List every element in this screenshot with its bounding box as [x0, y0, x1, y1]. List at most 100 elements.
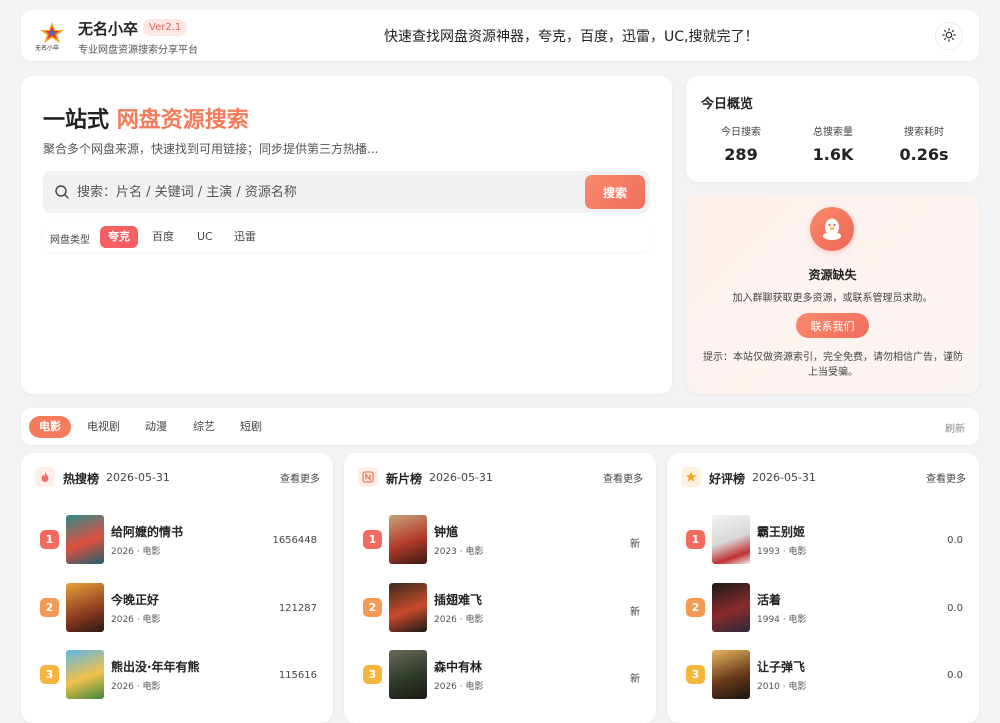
overview-title: 今日概览 [701, 97, 754, 112]
search-panel: 一站式 网盘资源搜索 聚合多个网盘来源，快速找到可用链接；同步提供第三方热播..… [21, 76, 672, 394]
movie-year: 1993 [757, 547, 780, 557]
movie-title[interactable]: 插翅难飞 [434, 591, 482, 608]
hero-title-accent: 网盘资源搜索 [116, 108, 249, 133]
rank-number: 3 [363, 665, 382, 684]
stat-label: 搜索耗时 [904, 127, 944, 138]
tab-movie[interactable]: 电影 [29, 416, 71, 438]
movie-meta: 2026 · 电影 [434, 682, 484, 692]
movie-meta: 2026 · 电影 [111, 547, 161, 557]
movie-meta: 1993 · 电影 [757, 547, 807, 557]
ranking-top-rated: 好评榜 2026-05-31 查看更多 1 霸王别姬 1993 · 电影 0.0… [667, 453, 979, 723]
movie-poster[interactable] [712, 515, 750, 564]
movie-title[interactable]: 霸王别姬 [757, 523, 805, 540]
movie-title[interactable]: 活着 [757, 591, 781, 608]
qq-penguin-icon [810, 207, 854, 251]
disk-type-label: 网盘类型 [50, 235, 90, 246]
ranking-date: 2026-05-31 [429, 471, 493, 484]
resource-missing-panel: 资源缺失 加入群聊获取更多资源，或联系管理员求助。 联系我们 提示：本站仅做资源… [686, 194, 979, 394]
movie-poster[interactable] [712, 583, 750, 632]
ranking-new: 新片榜 2026-05-31 查看更多 1 钟馗 2023 · 电影 新 2 插… [344, 453, 656, 723]
refresh-button[interactable]: 刷新 [945, 420, 965, 435]
movie-title[interactable]: 给阿嬷的情书 [111, 523, 183, 540]
movie-score: 121287 [278, 603, 317, 614]
ranking-title: 新片榜 [386, 472, 423, 486]
movie-poster[interactable] [66, 583, 104, 632]
brand-subtitle: 专业网盘资源搜索分享平台 [78, 45, 198, 56]
movie-meta: 2026 · 电影 [434, 615, 484, 625]
stat-label: 今日搜索 [721, 127, 761, 138]
movie-title[interactable]: 今晚正好 [111, 591, 159, 608]
list-item[interactable]: 3 让子弹飞 2010 · 电影 0.0 [667, 646, 979, 700]
movie-year: 2026 [111, 547, 134, 557]
search-input[interactable] [77, 171, 577, 213]
movie-meta: 2026 · 电影 [111, 682, 161, 692]
movie-title[interactable]: 钟馗 [434, 523, 458, 540]
movie-poster[interactable] [66, 650, 104, 699]
movie-score: 新 [630, 607, 640, 618]
movie-score: 1656448 [272, 535, 317, 546]
site-logo[interactable]: 无名小卒 [35, 21, 65, 52]
missing-description: 加入群聊获取更多资源，或联系管理员求助。 [732, 293, 933, 304]
disk-type-quark[interactable]: 夸克 [100, 226, 138, 248]
hero-title: 一站式 网盘资源搜索 [43, 102, 249, 134]
ranking-hot: 热搜榜 2026-05-31 查看更多 1 给阿嬷的情书 2026 · 电影 1… [21, 453, 333, 723]
movie-poster[interactable] [712, 650, 750, 699]
movie-genre: 电影 [788, 682, 807, 692]
stat-value: 0.26s [899, 145, 949, 164]
movie-poster[interactable] [389, 515, 427, 564]
movie-year: 2026 [434, 615, 457, 625]
contact-us-button[interactable]: 联系我们 [796, 313, 869, 338]
tab-variety[interactable]: 综艺 [183, 416, 225, 438]
list-item[interactable]: 2 今晚正好 2026 · 电影 121287 [21, 579, 333, 633]
list-item[interactable]: 2 插翅难飞 2026 · 电影 新 [344, 579, 656, 633]
movie-poster[interactable] [389, 650, 427, 699]
ranking-title: 热搜榜 [63, 472, 100, 486]
list-item[interactable]: 3 熊出没·年年有熊 2026 · 电影 115616 [21, 646, 333, 700]
disk-type-xunlei[interactable]: 迅雷 [226, 226, 264, 248]
rank-number: 2 [363, 598, 382, 617]
stat-search-time: 搜索耗时 0.26s [879, 123, 969, 164]
logo-text: 无名小卒 [35, 45, 60, 52]
disk-type-baidu[interactable]: 百度 [144, 226, 182, 248]
view-more-link[interactable]: 查看更多 [926, 470, 966, 485]
fire-icon [35, 467, 55, 487]
list-item[interactable]: 1 给阿嬷的情书 2026 · 电影 1656448 [21, 511, 333, 565]
movie-meta: 2026 · 电影 [111, 615, 161, 625]
missing-title: 资源缺失 [808, 268, 857, 282]
movie-title[interactable]: 森中有林 [434, 658, 482, 675]
stat-today-search: 今日搜索 289 [696, 123, 786, 164]
movie-poster[interactable] [389, 583, 427, 632]
rank-number: 2 [686, 598, 705, 617]
movie-year: 2026 [111, 615, 134, 625]
tab-anime[interactable]: 动漫 [135, 416, 177, 438]
view-more-link[interactable]: 查看更多 [280, 470, 320, 485]
search-button[interactable]: 搜索 [585, 175, 645, 209]
list-item[interactable]: 3 森中有林 2026 · 电影 新 [344, 646, 656, 700]
movie-score: 115616 [278, 670, 317, 681]
movie-poster[interactable] [66, 515, 104, 564]
new-badge-icon [358, 467, 378, 487]
view-more-link[interactable]: 查看更多 [603, 470, 643, 485]
tab-short-drama[interactable]: 短剧 [230, 416, 272, 438]
rank-number: 3 [40, 665, 59, 684]
search-icon [54, 184, 70, 203]
category-tabs: 电影 电视剧 动漫 综艺 短剧 刷新 [21, 408, 979, 445]
today-overview: 今日概览 今日搜索 289 总搜索量 1.6K 搜索耗时 0.26s [686, 76, 979, 182]
movie-score: 0.0 [947, 535, 963, 546]
list-item[interactable]: 1 钟馗 2023 · 电影 新 [344, 511, 656, 565]
disk-type-uc[interactable]: UC [189, 226, 221, 248]
disclaimer-tip: 提示：本站仅做资源索引，完全免费，请勿相信广告，谨防上当受骗。 [703, 352, 963, 378]
movie-title[interactable]: 熊出没·年年有熊 [111, 658, 200, 675]
movie-genre: 电影 [788, 547, 807, 557]
list-item[interactable]: 1 霸王别姬 1993 · 电影 0.0 [667, 511, 979, 565]
hero-description: 聚合多个网盘来源，快速找到可用链接；同步提供第三方热播... [43, 142, 379, 156]
theme-toggle-button[interactable] [935, 22, 963, 50]
movie-genre: 电影 [142, 615, 161, 625]
movie-title[interactable]: 让子弹飞 [757, 658, 805, 675]
sun-icon [942, 27, 956, 45]
version-badge: Ver2.1 [143, 19, 188, 36]
tab-tv-series[interactable]: 电视剧 [77, 416, 130, 438]
movie-year: 2023 [434, 547, 457, 557]
list-item[interactable]: 2 活着 1994 · 电影 0.0 [667, 579, 979, 633]
ranking-date: 2026-05-31 [752, 471, 816, 484]
